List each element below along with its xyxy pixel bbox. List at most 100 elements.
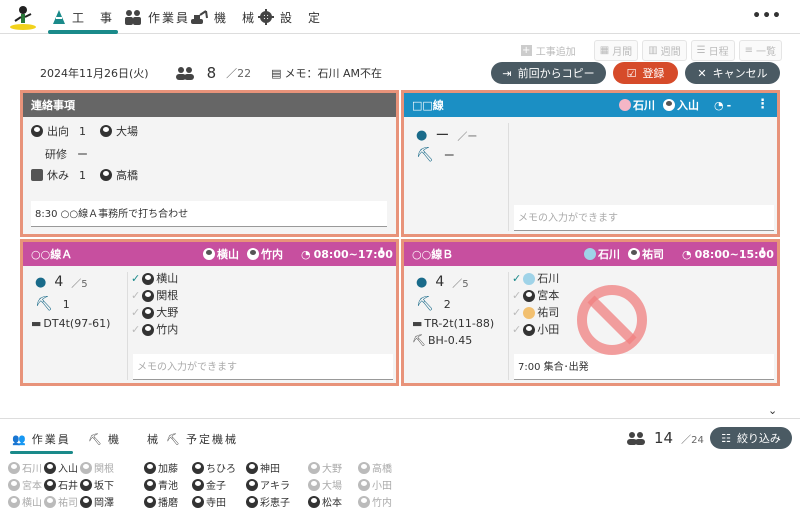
schedule-view-button[interactable]: ☰ 日程 [690, 40, 735, 61]
week-view-button[interactable]: ▥ 週間 [642, 40, 687, 61]
list-view-button[interactable]: ≡ 一覧 [738, 40, 782, 61]
worker-item[interactable]: ✓ 大野 [131, 304, 178, 321]
pool-worker-name: アキラ [260, 481, 290, 492]
pool-worker[interactable]: 金子 [192, 477, 226, 492]
pool-worker[interactable]: 坂下 [80, 477, 114, 492]
site-title: ○○線Ａ [31, 248, 73, 261]
add-work-button[interactable]: + 工事追加 [520, 43, 576, 58]
pool-worker[interactable]: 寺田 [192, 494, 226, 509]
pool-worker[interactable]: アキラ [246, 477, 290, 492]
clock-icon: ◔ [301, 247, 311, 261]
excavator-icon: ⛏ [166, 432, 182, 446]
site-total: ／5 [452, 278, 469, 290]
pool-worker[interactable]: 関根 [80, 460, 114, 475]
worker-name: 横山 [156, 272, 179, 285]
pool-worker[interactable]: 石川 [8, 460, 42, 475]
avatar-icon [308, 478, 320, 491]
pool-worker[interactable]: 松本 [308, 494, 342, 509]
worker-name: 小田 [537, 323, 560, 336]
pool-worker[interactable]: 青池 [144, 477, 178, 492]
avatar-icon [308, 461, 320, 474]
leader-name: 石川 [633, 99, 655, 112]
add-work-label: 工事追加 [535, 47, 576, 58]
avatar-icon [358, 478, 370, 491]
tab-workers-label: 作業員 [148, 10, 191, 25]
leader-name: 石川 [598, 248, 620, 261]
pool-worker[interactable]: 祐司 [44, 494, 78, 509]
register-label: 登録 [642, 67, 665, 80]
plus-icon: + [520, 45, 532, 56]
sliders-icon: ☷ [721, 431, 731, 445]
pool-worker[interactable]: 神田 [246, 460, 280, 475]
worker-item[interactable]: ✓ 竹内 [131, 321, 178, 338]
pool-worker[interactable]: 大野 [308, 460, 342, 475]
pool-worker[interactable]: 大場 [308, 477, 342, 492]
avatar-icon [144, 495, 156, 508]
excavator-icon: ⛏ [412, 334, 426, 347]
pool-worker-name: 彩恵子 [260, 498, 290, 509]
pool-worker[interactable]: 播磨 [144, 494, 178, 509]
tab-machines[interactable]: 機 械 [190, 6, 256, 28]
pool-worker[interactable]: 高橋 [358, 460, 392, 475]
pool-worker[interactable]: 入山 [44, 460, 78, 475]
avatar-icon [8, 461, 20, 474]
filter-button[interactable]: ☷ 絞り込み [710, 427, 792, 449]
site-header-b: ○○線Ｂ 石川 祐司 ◔ 08:00~15:00 ⋮ [404, 242, 777, 266]
notice-memo[interactable]: 8:30 ○○線Ａ事務所で打ち合わせ [31, 201, 387, 227]
site-memo[interactable]: メモの入力ができます [514, 205, 774, 231]
tab-settings[interactable]: 設 定 [258, 6, 322, 28]
worker-list: ✓ 石川 ✓ 宮本 ✓ 祐司 ✓ 小田 [512, 270, 559, 338]
worker-item[interactable]: ✓ 宮本 [512, 287, 559, 304]
clipboard-check-icon: ☑ [626, 66, 637, 80]
site-memo[interactable]: メモの入力ができます [133, 354, 393, 380]
avatar-icon [523, 323, 536, 336]
worker-item[interactable]: ✓ 横山 [131, 270, 178, 287]
tray-tab-planned[interactable]: ⛏ 予定機械 [166, 431, 238, 447]
avatar-icon [523, 306, 536, 319]
pool-worker[interactable]: 竹内 [358, 494, 392, 509]
notice-header: 連絡事項 [23, 93, 396, 117]
avatar-icon [358, 461, 370, 474]
worker-item[interactable]: ✓ 関根 [131, 287, 178, 304]
avatar-icon [246, 495, 258, 508]
month-view-button[interactable]: ▦ 月間 [593, 40, 639, 61]
collapse-chevron-icon[interactable]: ⌄ [768, 404, 777, 417]
tray-tab-workers[interactable]: 👥 作業員 [10, 431, 73, 454]
avatar-icon [523, 272, 536, 285]
worker-item[interactable]: ✓ 石川 [512, 270, 559, 287]
excavator-icon: ⛏ [88, 432, 104, 446]
worker-item[interactable]: ✓ 小田 [512, 321, 559, 338]
leader-chip: 石川 [584, 246, 620, 262]
worker-item[interactable]: ✓ 祐司 [512, 304, 559, 321]
pool-worker[interactable]: 石井 [44, 477, 78, 492]
copy-label: 前回からコピー [517, 67, 595, 80]
pool-worker[interactable]: 岡澤 [80, 494, 114, 509]
avatar-icon [8, 478, 20, 491]
panel-menu-icon[interactable]: ⋮ [756, 97, 769, 112]
avatar-icon [80, 495, 92, 508]
pool-worker[interactable]: 加藤 [144, 460, 178, 475]
copy-previous-button[interactable]: ⇥ 前回からコピー [491, 62, 606, 84]
panel-menu-icon[interactable]: ⋮ [756, 246, 769, 261]
pool-worker[interactable]: 横山 [8, 494, 42, 509]
pool-worker[interactable]: 宮本 [8, 477, 42, 492]
site-title: ○○線Ｂ [412, 248, 454, 261]
site-machine-count: ー [443, 149, 455, 162]
tab-construction[interactable]: 工 事 [47, 6, 119, 34]
pool-worker[interactable]: 彩恵子 [246, 494, 290, 509]
pool-worker[interactable]: ちひろ [192, 460, 236, 475]
pool-worker-name: 大野 [322, 464, 342, 475]
cancel-button[interactable]: ✕ キャンセル [685, 62, 780, 84]
panel-menu-icon[interactable]: ⋮ [375, 246, 388, 261]
tray-tab-machines[interactable]: ⛏ 機 械 [88, 431, 160, 447]
more-menu-icon[interactable]: ••• [752, 8, 782, 24]
site-machine-row: ⛏ 2 [416, 296, 451, 312]
site-panel-b: ○○線Ｂ 石川 祐司 ◔ 08:00~15:00 ⋮ ● 4 ／5 ⛏ 2 ▬ T… [401, 239, 780, 386]
pool-worker-name: 岡澤 [94, 498, 114, 509]
excavator-icon: ⛏ [416, 296, 434, 312]
pool-worker[interactable]: 小田 [358, 477, 392, 492]
tab-workers[interactable]: 作業員 [124, 6, 190, 28]
avatar-icon [44, 495, 56, 508]
pool-worker-name: ちひろ [206, 464, 236, 475]
register-button[interactable]: ☑ 登録 [613, 62, 678, 84]
